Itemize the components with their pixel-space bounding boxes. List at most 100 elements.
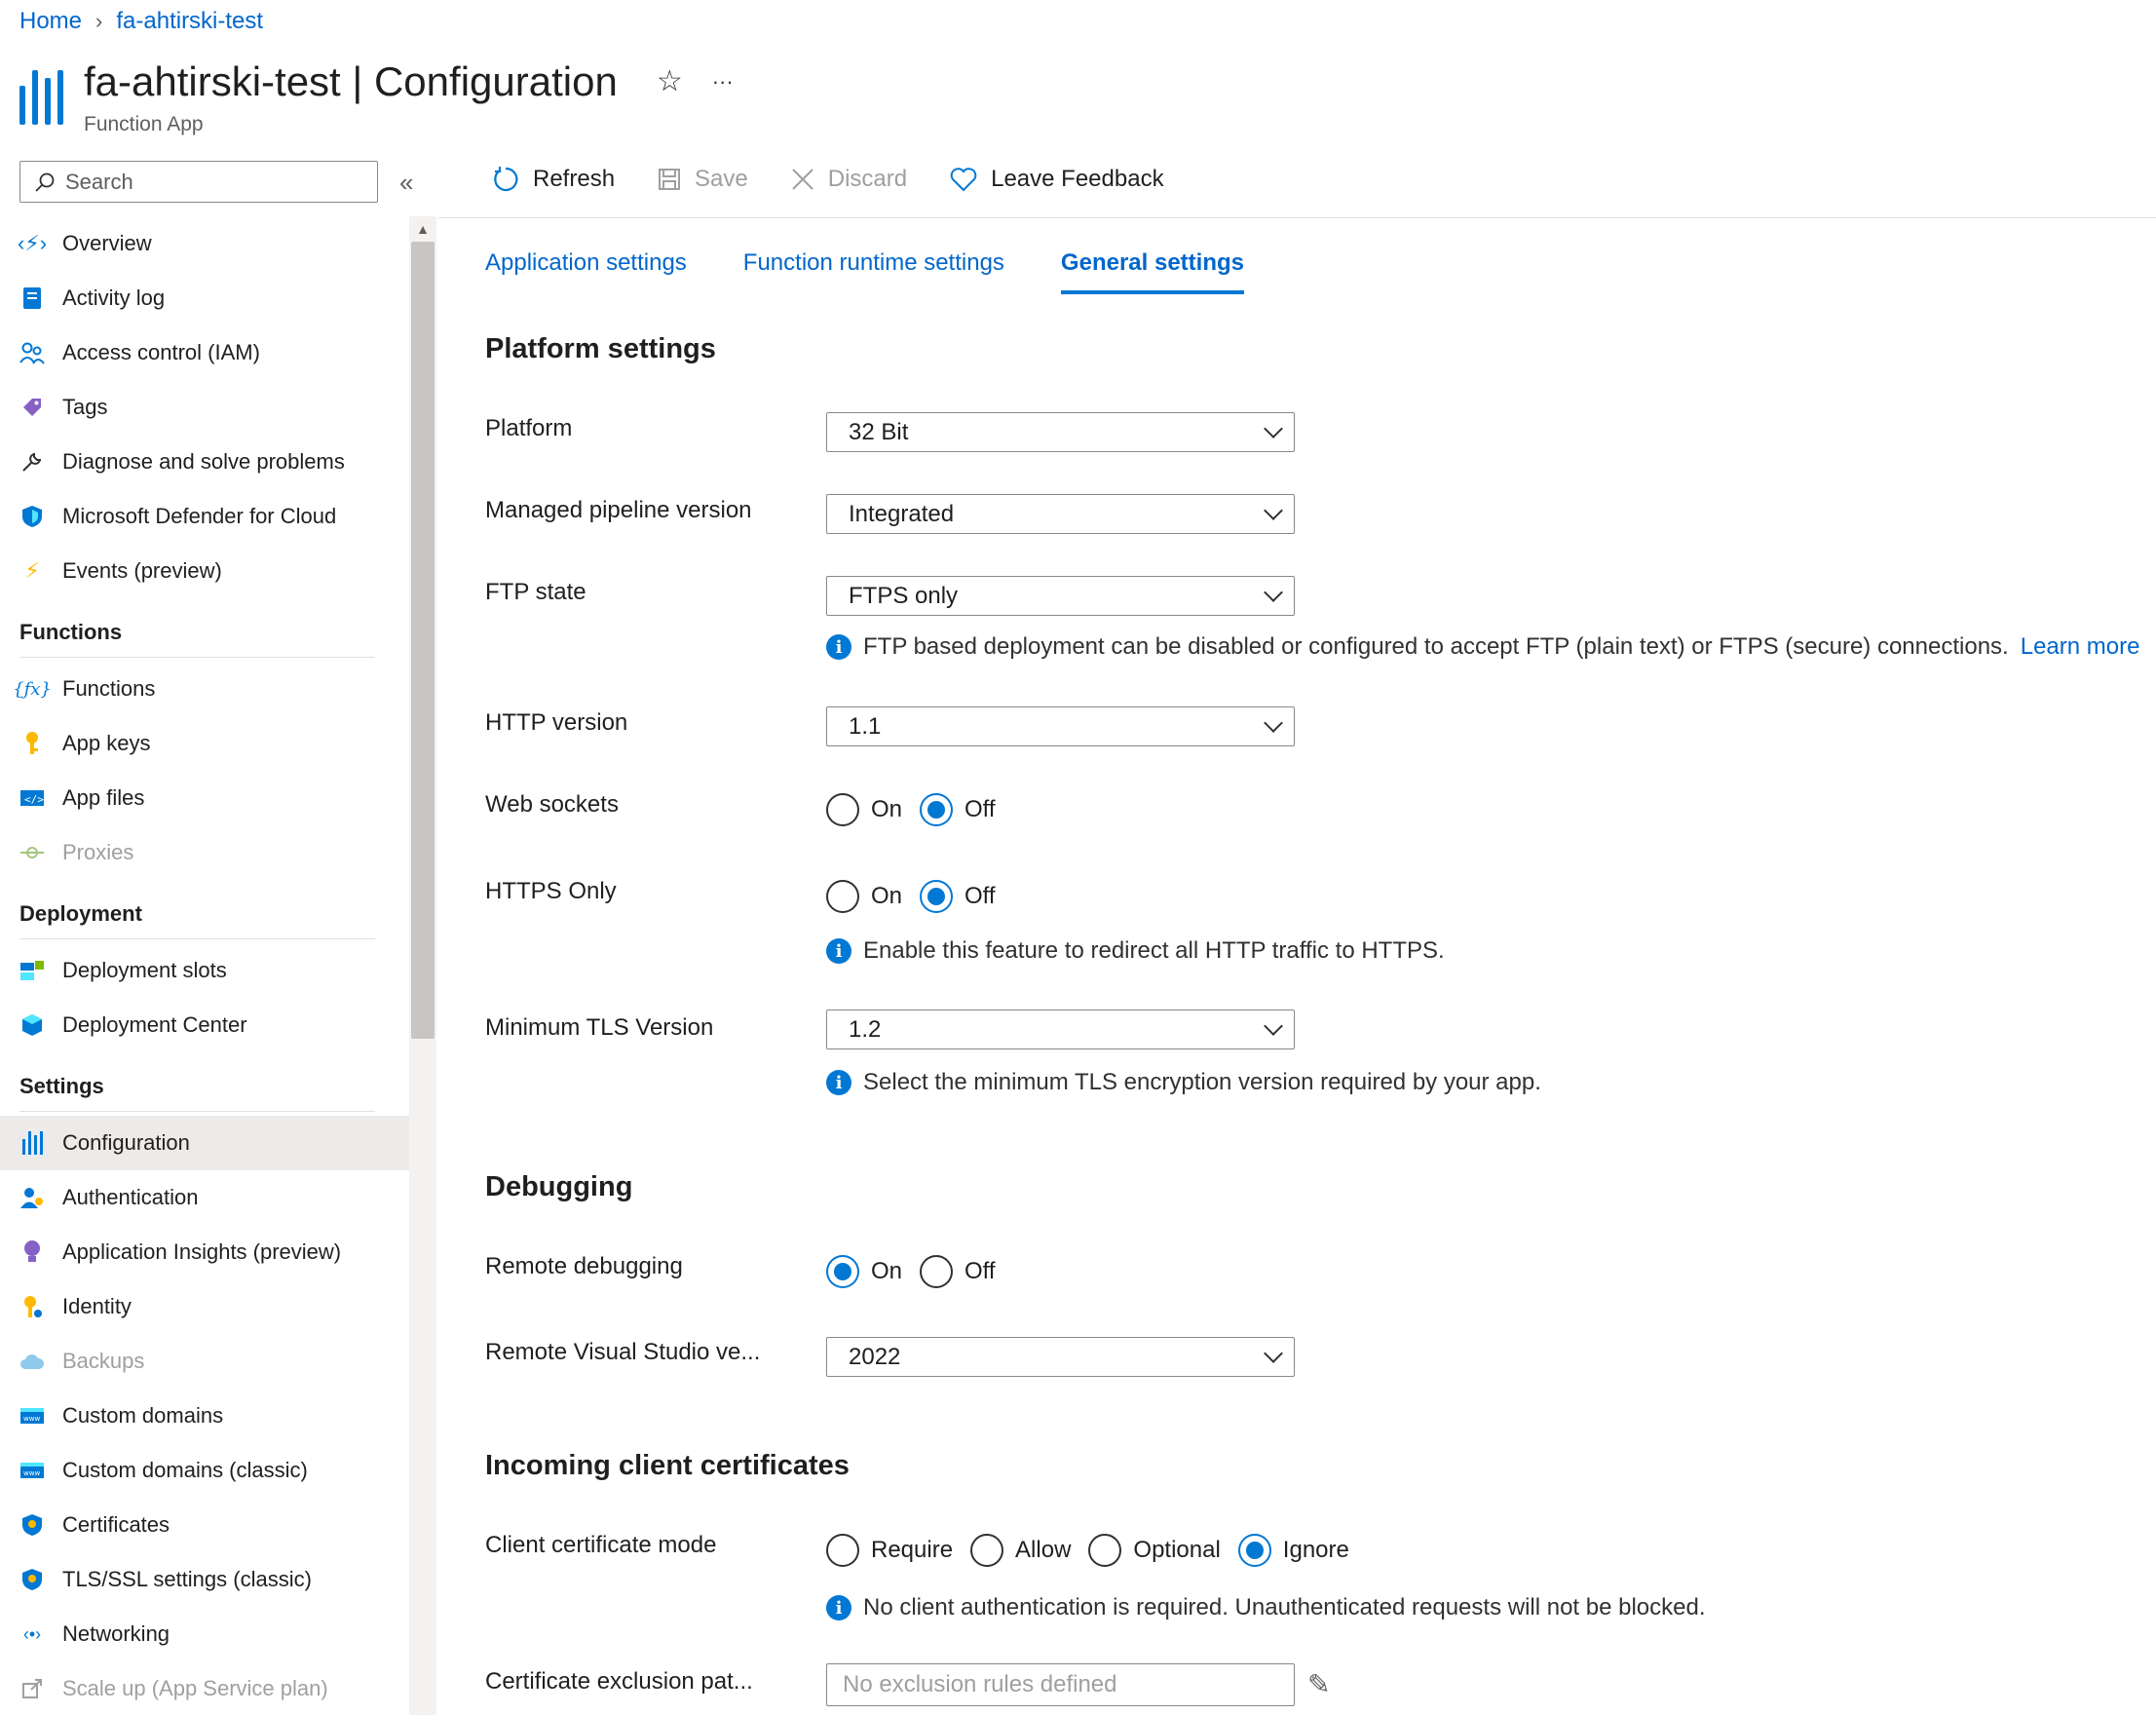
cert-mode-ignore-option[interactable]: Ignore	[1237, 1534, 1349, 1567]
sidebar-divider	[19, 657, 375, 658]
client-cert-mode-label: Client certificate mode	[485, 1532, 717, 1558]
learn-more-link[interactable]: Learn more	[2021, 633, 2140, 661]
sidebar-item-backups[interactable]: Backups	[0, 1334, 409, 1389]
ftp-state-dropdown[interactable]: FTPS only	[826, 576, 1295, 616]
sidebar-item-app-keys[interactable]: App keys	[0, 716, 409, 771]
sidebar-item-overview[interactable]: ‹⚡› Overview	[0, 216, 409, 271]
sidebar-item-custom-domains-classic[interactable]: www Custom domains (classic)	[0, 1443, 409, 1498]
sidebar-divider	[19, 938, 375, 939]
tab-general-settings[interactable]: General settings	[1060, 249, 1244, 294]
scroll-up-arrow-icon[interactable]: ▲	[409, 216, 436, 242]
remote-debugging-on-option[interactable]: On	[826, 1255, 902, 1288]
https-only-label: HTTPS Only	[485, 878, 617, 904]
sidebar-item-events[interactable]: ⚡ Events (preview)	[0, 544, 409, 598]
remote-debugging-off-option[interactable]: Off	[920, 1255, 996, 1288]
tls-shield-icon	[19, 1567, 45, 1592]
radio-button[interactable]	[920, 1255, 954, 1288]
web-sockets-off-option[interactable]: Off	[920, 793, 996, 826]
sidebar-item-deployment-slots[interactable]: Deployment slots	[0, 943, 409, 998]
scrollbar-thumb[interactable]	[411, 242, 435, 1039]
refresh-button[interactable]: Refresh	[492, 166, 615, 193]
breadcrumb-resource-link[interactable]: fa-ahtirski-test	[116, 8, 263, 35]
www-icon: www	[19, 1403, 45, 1429]
sidebar-item-functions[interactable]: {ƒx} Functions	[0, 662, 409, 716]
sidebar-item-identity[interactable]: Identity	[0, 1279, 409, 1334]
configuration-logo-icon	[19, 70, 66, 136]
edit-pencil-icon[interactable]: ✎	[1307, 1668, 1330, 1700]
breadcrumb: Home › fa-ahtirski-test	[19, 8, 263, 35]
radio-button[interactable]	[920, 793, 954, 826]
sidebar-item-proxies[interactable]: Proxies	[0, 825, 409, 880]
pipeline-dropdown[interactable]: Integrated	[826, 494, 1295, 534]
sidebar-item-activity-log[interactable]: Activity log	[0, 271, 409, 325]
sidebar-section-settings: Settings	[19, 1074, 104, 1098]
sidebar-item-tls-ssl[interactable]: TLS/SSL settings (classic)	[0, 1552, 409, 1607]
platform-dropdown[interactable]: 32 Bit	[826, 412, 1295, 452]
min-tls-label: Minimum TLS Version	[485, 1014, 714, 1041]
platform-label: Platform	[485, 415, 573, 441]
radio-button[interactable]	[1088, 1534, 1122, 1567]
discard-button[interactable]: Discard	[791, 166, 907, 193]
chevron-down-icon	[1264, 712, 1283, 733]
radio-button[interactable]	[1237, 1534, 1271, 1567]
cert-exclusion-paths-field[interactable]	[826, 1663, 1295, 1706]
ftp-state-label: FTP state	[485, 579, 586, 605]
sidebar-nav: ‹⚡› Overview Activity log Access control…	[0, 216, 409, 1715]
search-placeholder: Search	[65, 169, 133, 194]
remote-vs-version-dropdown[interactable]: 2022	[826, 1337, 1295, 1377]
code-file-icon: </>	[19, 785, 45, 811]
toolbar-divider	[438, 217, 2156, 218]
sidebar-item-custom-domains[interactable]: www Custom domains	[0, 1389, 409, 1443]
cert-mode-allow-option[interactable]: Allow	[970, 1534, 1071, 1567]
web-sockets-label: Web sockets	[485, 791, 619, 818]
sidebar-item-app-insights[interactable]: Application Insights (preview)	[0, 1225, 409, 1279]
slots-icon	[19, 958, 45, 983]
remote-debugging-label: Remote debugging	[485, 1253, 683, 1279]
sidebar-item-access-control[interactable]: Access control (IAM)	[0, 325, 409, 380]
sidebar-divider	[19, 1111, 375, 1112]
tab-function-runtime-settings[interactable]: Function runtime settings	[743, 249, 1004, 294]
http-version-dropdown[interactable]: 1.1	[826, 706, 1295, 746]
radio-button[interactable]	[826, 793, 859, 826]
more-options-icon[interactable]: ···	[712, 69, 734, 95]
radio-button[interactable]	[970, 1534, 1004, 1567]
cert-mode-optional-option[interactable]: Optional	[1088, 1534, 1221, 1567]
radio-button[interactable]	[826, 1534, 859, 1567]
proxy-icon	[19, 840, 45, 865]
sidebar-item-diagnose[interactable]: Diagnose and solve problems	[0, 435, 409, 489]
web-sockets-on-option[interactable]: On	[826, 793, 902, 826]
svg-text:</>: </>	[24, 793, 44, 806]
breadcrumb-home-link[interactable]: Home	[19, 8, 82, 35]
chevron-down-icon	[1264, 1343, 1283, 1363]
sidebar-item-networking[interactable]: ‹•› Networking	[0, 1607, 409, 1661]
chevron-down-icon	[1264, 1015, 1283, 1036]
radio-button[interactable]	[826, 880, 859, 913]
save-button[interactable]: Save	[658, 166, 748, 193]
favorite-star-icon[interactable]: ☆	[657, 64, 683, 98]
sidebar-search-input[interactable]: Search	[19, 161, 378, 203]
sidebar-item-configuration[interactable]: Configuration	[0, 1116, 409, 1170]
sidebar-item-certificates[interactable]: Certificates	[0, 1498, 409, 1552]
heart-icon	[950, 168, 977, 192]
https-only-off-option[interactable]: Off	[920, 880, 996, 913]
command-bar: Refresh Save Discard Leave Feedback	[492, 166, 1164, 193]
log-icon	[19, 286, 45, 311]
radio-button[interactable]	[920, 880, 954, 913]
sidebar-item-tags[interactable]: Tags	[0, 380, 409, 435]
tab-application-settings[interactable]: Application settings	[485, 249, 687, 294]
leave-feedback-button[interactable]: Leave Feedback	[950, 166, 1164, 193]
sidebar-item-app-files[interactable]: </> App files	[0, 771, 409, 825]
cert-mode-require-option[interactable]: Require	[826, 1534, 953, 1567]
sidebar-item-defender[interactable]: Microsoft Defender for Cloud	[0, 489, 409, 544]
cube-icon	[19, 1012, 45, 1038]
min-tls-dropdown[interactable]: 1.2	[826, 1010, 1295, 1049]
sidebar-item-authentication[interactable]: Authentication	[0, 1170, 409, 1225]
key-icon	[19, 731, 45, 756]
radio-button[interactable]	[826, 1255, 859, 1288]
https-only-on-option[interactable]: On	[826, 880, 902, 913]
collapse-sidebar-icon[interactable]: «	[399, 168, 413, 198]
sidebar-item-scale-up[interactable]: Scale up (App Service plan)	[0, 1661, 409, 1715]
save-icon	[659, 169, 681, 190]
sidebar-scrollbar[interactable]: ▲	[409, 216, 436, 1715]
sidebar-item-deployment-center[interactable]: Deployment Center	[0, 998, 409, 1052]
